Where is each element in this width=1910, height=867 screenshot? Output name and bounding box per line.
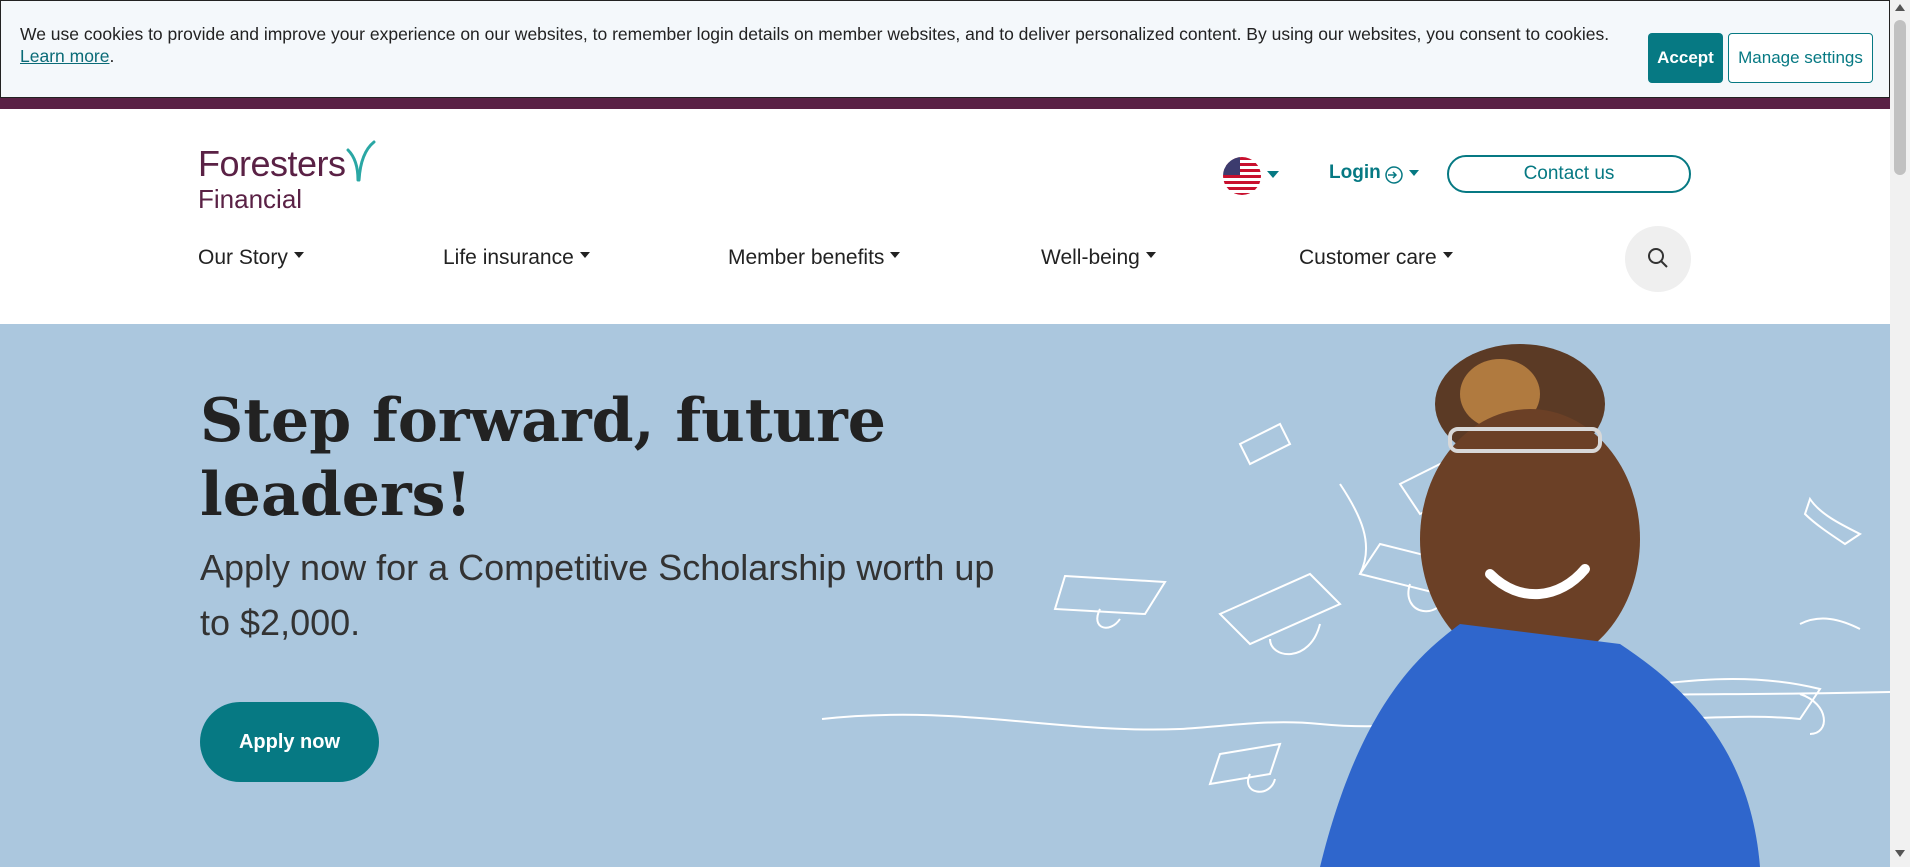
logo-text-line1: Foresters bbox=[198, 143, 346, 184]
login-icon bbox=[1385, 166, 1403, 184]
cookie-banner: We use cookies to provide and improve yo… bbox=[0, 0, 1890, 98]
brand-bar bbox=[0, 98, 1890, 109]
nav-customer-care[interactable]: Customer care bbox=[1299, 246, 1453, 270]
contact-us-button[interactable]: Contact us bbox=[1447, 155, 1691, 193]
scrollbar-thumb[interactable] bbox=[1894, 20, 1906, 175]
nav-well-being[interactable]: Well-being bbox=[1041, 246, 1156, 270]
scroll-up-icon[interactable] bbox=[1895, 4, 1905, 12]
manage-settings-button[interactable]: Manage settings bbox=[1728, 33, 1873, 83]
apply-now-button[interactable]: Apply now bbox=[200, 702, 379, 782]
nav-our-story[interactable]: Our Story bbox=[198, 246, 304, 270]
hero-section: Step forward, future leaders! Apply now … bbox=[0, 324, 1890, 867]
nav-label: Well-being bbox=[1041, 246, 1140, 269]
learn-more-link[interactable]: Learn more bbox=[20, 46, 110, 66]
us-flag-icon[interactable] bbox=[1223, 157, 1261, 195]
nav-member-benefits[interactable]: Member benefits bbox=[728, 246, 901, 270]
nav-label: Our Story bbox=[198, 246, 288, 269]
nav-label: Life insurance bbox=[443, 246, 574, 269]
cookie-text: We use cookies to provide and improve yo… bbox=[20, 24, 1610, 44]
chevron-down-icon[interactable] bbox=[1267, 171, 1279, 179]
chevron-down-icon[interactable] bbox=[1409, 170, 1419, 177]
nav-life-insurance[interactable]: Life insurance bbox=[443, 246, 590, 270]
caret-down-icon bbox=[1145, 252, 1156, 259]
login-menu[interactable]: Login bbox=[1329, 162, 1381, 184]
nav-label: Member benefits bbox=[728, 246, 885, 269]
graduation-illustration bbox=[821, 344, 1890, 867]
caret-down-icon bbox=[579, 252, 590, 259]
caret-down-icon bbox=[1442, 252, 1453, 259]
accept-button[interactable]: Accept bbox=[1648, 33, 1723, 83]
caret-down-icon bbox=[293, 252, 304, 259]
sprout-icon bbox=[346, 140, 376, 182]
scroll-down-icon[interactable] bbox=[1895, 850, 1905, 858]
logo-text-line2: Financial bbox=[198, 184, 303, 214]
caret-down-icon bbox=[890, 252, 901, 259]
foresters-logo[interactable]: Foresters Financial bbox=[198, 140, 383, 215]
search-icon bbox=[1648, 247, 1668, 268]
search-button[interactable] bbox=[1625, 226, 1691, 292]
cookie-message: We use cookies to provide and improve yo… bbox=[20, 23, 1620, 67]
cookie-trailing: . bbox=[109, 46, 115, 66]
nav-label: Customer care bbox=[1299, 246, 1437, 269]
